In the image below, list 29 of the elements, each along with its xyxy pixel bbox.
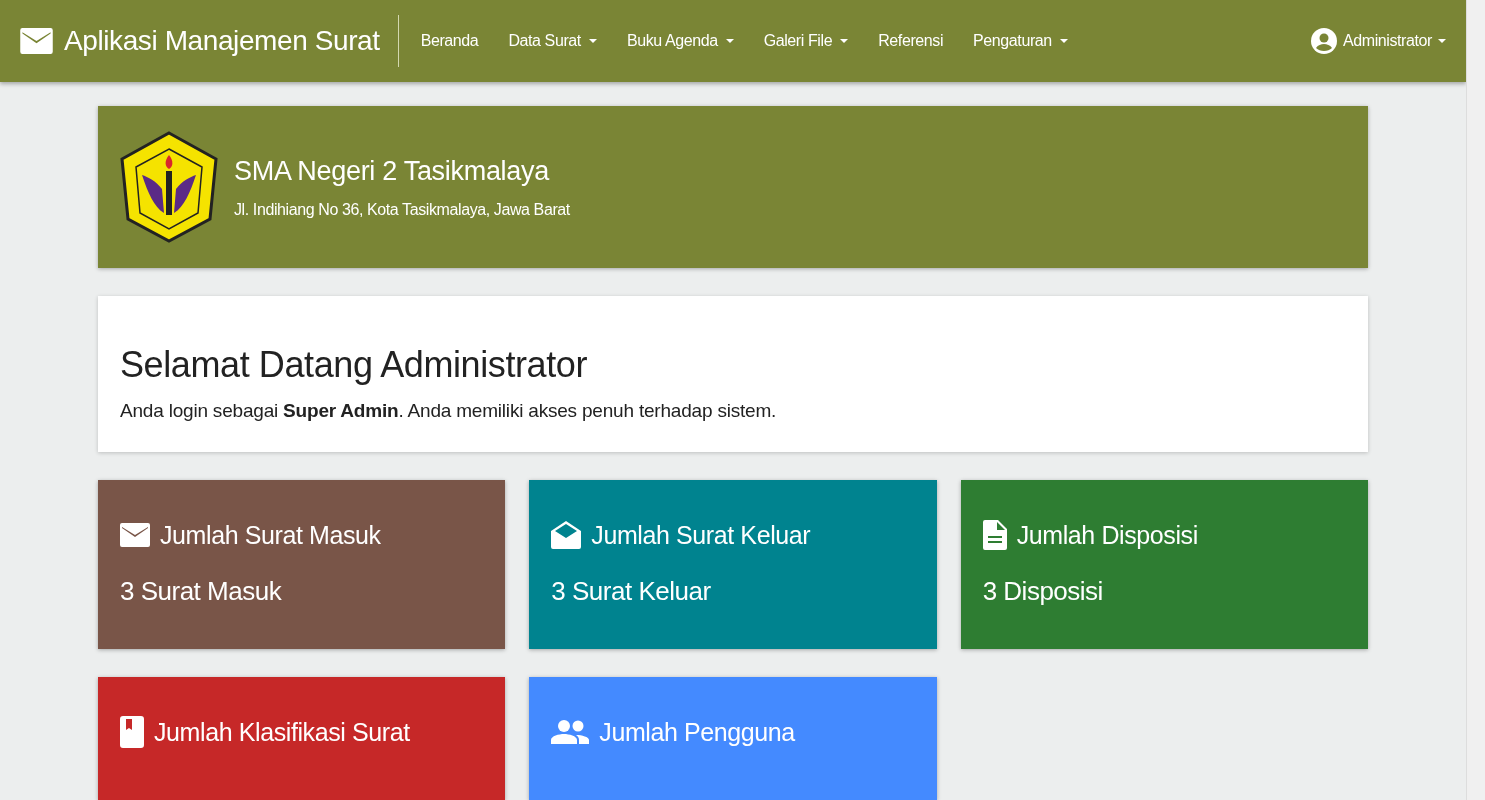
document-icon [982,520,1007,550]
app-title-link[interactable]: Aplikasi Manajemen Surat [64,25,380,57]
stat-title: Jumlah Klasifikasi Surat [154,717,410,747]
welcome-message: Anda login sebagai Super Admin. Anda memiliki akses penuh terhadap sistem. [120,400,778,422]
welcome-heading: Selamat Datang Administrator [120,344,589,386]
stat-title: Jumlah Surat Keluar [591,520,811,550]
stat-title: Jumlah Surat Masuk [160,520,381,550]
school-name: SMA Negeri 2 Tasikmalaya [234,155,551,187]
nav-menu-item[interactable]: Pengaturan [973,32,1068,50]
open-envelope-icon [551,521,582,549]
people-icon [551,720,590,744]
stat-value: 3 Surat Keluar [551,576,712,607]
stat-value: 3 Surat Masuk [120,576,283,607]
nav-menu-item[interactable]: Buku Agenda [626,32,734,50]
stat-title: Jumlah Pengguna [599,717,795,747]
envelope-icon [20,28,53,54]
book-icon [120,716,144,748]
account-icon [1310,28,1337,54]
stat-title: Jumlah Disposisi [1016,520,1198,550]
nav-menu-item[interactable]: Data Surat [508,32,597,50]
user-name: Administrator [1342,32,1432,50]
stat-value: 3 Disposisi [982,576,1104,607]
user-menu[interactable]: Administrator [1310,28,1446,54]
school-address: Jl. Indihiang No 36, Kota Tasikmalaya, Jawa Barat [234,200,570,219]
nav-menu-item[interactable]: Beranda [420,32,479,50]
scrollbar[interactable] [1466,0,1485,800]
nav-menu-item[interactable]: Referensi [878,32,944,50]
envelope-icon [120,523,150,547]
nav-menu-item[interactable]: Galeri File [763,32,849,50]
